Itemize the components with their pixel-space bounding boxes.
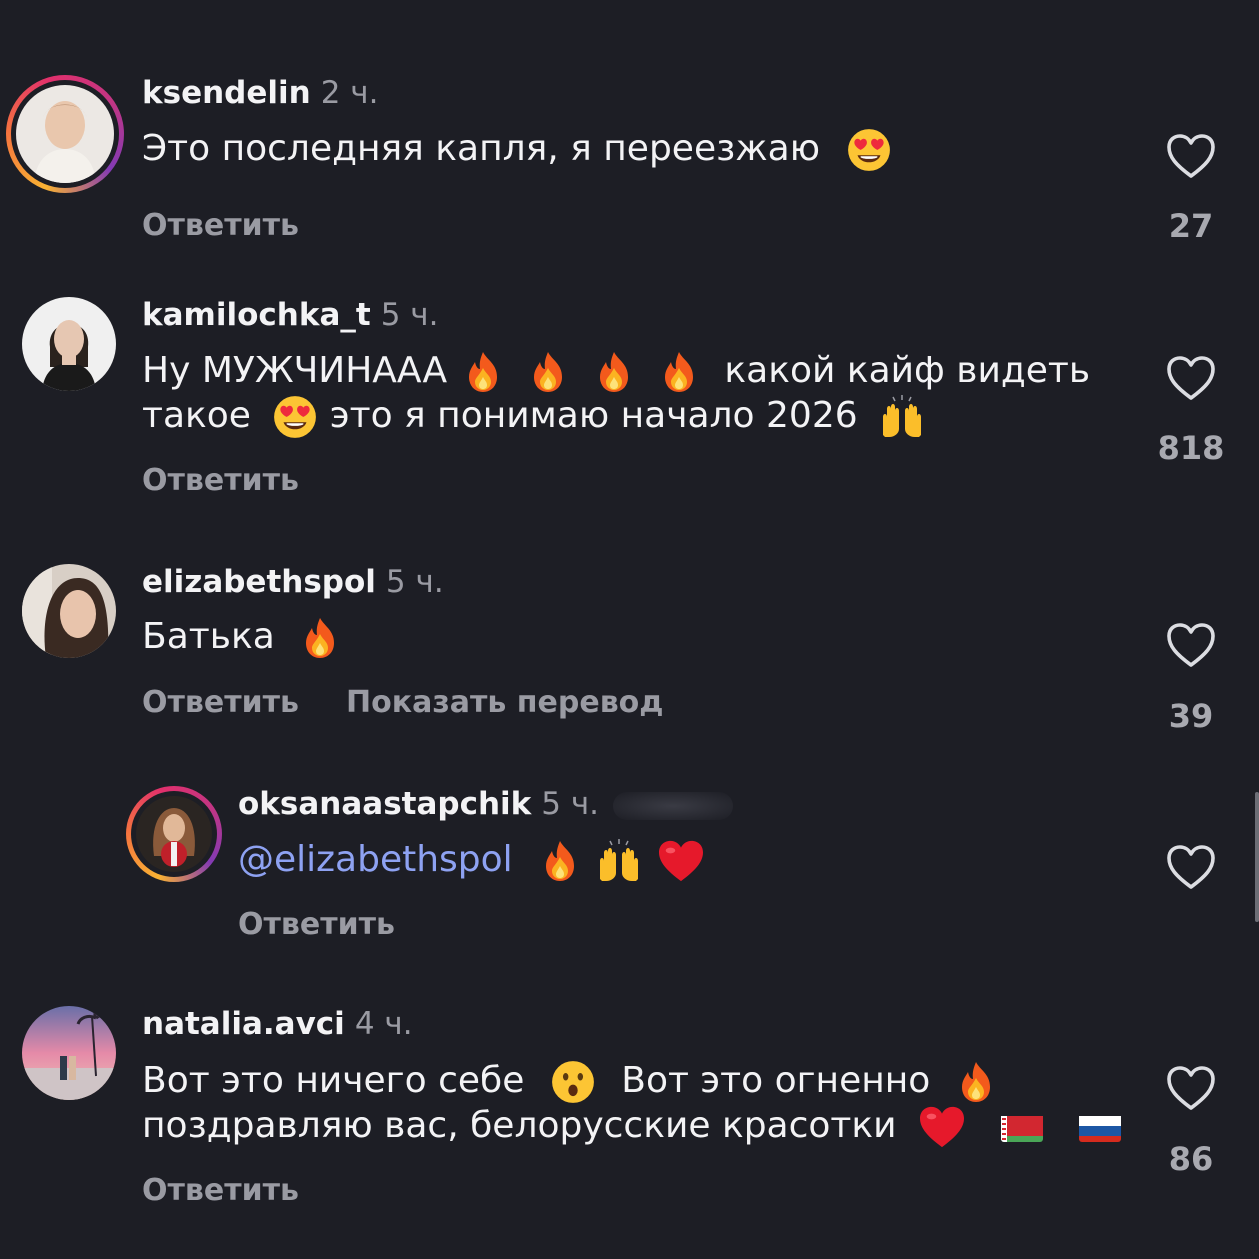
heart-outline-icon[interactable] — [1166, 133, 1216, 179]
raised-hands-emoji — [877, 395, 927, 439]
avatar-oksanaastapchik[interactable] — [126, 786, 222, 882]
username-text[interactable]: ksendelin — [142, 75, 311, 111]
username-text[interactable]: kamilochka_t — [142, 297, 371, 333]
avatar-image — [16, 85, 114, 183]
fire-emoji — [463, 350, 503, 394]
avatar-elizabethspol[interactable] — [22, 564, 116, 658]
timestamp: 5 ч. — [385, 564, 444, 600]
avatar-kamilochka_t[interactable] — [22, 297, 116, 391]
fire-emoji — [594, 350, 634, 394]
comment-text: Батька — [142, 614, 340, 660]
timestamp: 2 ч. — [320, 75, 379, 111]
comment-text-line-2: поздравляю вас, белорусские красотки — [142, 1103, 1121, 1149]
username[interactable]: kamilochka_t 5 ч. — [142, 297, 438, 333]
reply-button[interactable]: Ответить — [142, 685, 299, 720]
fire-emoji — [300, 616, 340, 660]
avatar-ksendelin[interactable] — [6, 75, 124, 193]
avatar-image — [22, 1006, 116, 1100]
belarus-flag — [1001, 1112, 1044, 1142]
fire-emoji — [528, 350, 568, 394]
username[interactable]: ksendelin 2 ч. — [142, 75, 378, 111]
red-heart-emoji — [657, 839, 705, 883]
heart-outline-icon[interactable] — [1166, 355, 1216, 401]
comment-text-part: это я понимаю начало 2026 — [329, 395, 858, 436]
reply-button[interactable]: Ответить — [238, 907, 395, 942]
username-text[interactable]: elizabethspol — [142, 564, 376, 600]
comment-text-line-2: такое это я понимаю начало 2026 — [142, 393, 927, 440]
comment-text-line-1: Вот это ничего себе Вот это огненно — [142, 1058, 996, 1105]
heart-outline-icon[interactable] — [1166, 1065, 1216, 1111]
red-heart-emoji — [918, 1105, 966, 1149]
comment-text-part: Вот это ничего себе — [142, 1060, 525, 1101]
comment-text-part: такое — [142, 395, 251, 436]
username[interactable]: oksanaastapchik 5 ч. — [238, 786, 734, 822]
russia-flag — [1078, 1112, 1121, 1142]
comment-text-content: Это последняя капля, я переезжаю — [142, 128, 821, 169]
comment-text: Это последняя капля, я переезжаю — [142, 126, 892, 173]
fire-emoji — [540, 839, 580, 883]
timestamp: 4 ч. — [354, 1006, 413, 1042]
username[interactable]: elizabethspol 5 ч. — [142, 564, 444, 600]
username-text[interactable]: natalia.avci — [142, 1006, 345, 1042]
comment-text-part: поздравляю вас, белорусские красотки — [142, 1105, 897, 1146]
hushed-face-emoji — [550, 1059, 596, 1105]
reply-button[interactable]: Ответить — [142, 208, 299, 243]
avatar-natalia.avci[interactable] — [22, 1006, 116, 1100]
like-count: 818 — [1157, 429, 1225, 467]
avatar-image — [22, 564, 116, 658]
like-count: 27 — [1168, 207, 1214, 245]
comment-text: @elizabethspol — [238, 837, 705, 883]
heart-eyes-emoji — [846, 127, 892, 173]
comment-text-part: Вот это огненно — [621, 1060, 931, 1101]
username[interactable]: natalia.avci 4 ч. — [142, 1006, 413, 1042]
comment-text-line-1: Ну МУЖЧИНАAA какой кайф видеть — [142, 348, 1090, 394]
raised-hands-emoji — [594, 839, 644, 883]
timestamp: 5 ч. — [380, 297, 439, 333]
avatar-image — [22, 297, 116, 391]
fire-emoji — [956, 1060, 996, 1104]
show-translation-button[interactable]: Показать перевод — [346, 685, 664, 720]
scrollbar[interactable] — [1255, 792, 1259, 922]
reply-button[interactable]: Ответить — [142, 1173, 299, 1208]
reply-button[interactable]: Ответить — [142, 463, 299, 498]
fire-emoji — [659, 350, 699, 394]
comment-text-part: Ну МУЖЧИНАAA — [142, 350, 448, 391]
comment-text-content: Батька — [142, 616, 275, 657]
heart-eyes-emoji — [272, 394, 318, 440]
avatar-image — [136, 796, 212, 872]
like-count: 86 — [1168, 1140, 1214, 1178]
mention-link[interactable]: @elizabethspol — [238, 839, 513, 880]
blurred-badge — [613, 791, 734, 820]
heart-outline-icon[interactable] — [1166, 844, 1216, 890]
heart-outline-icon[interactable] — [1166, 622, 1216, 668]
like-count: 39 — [1168, 697, 1214, 735]
timestamp: 5 ч. — [541, 786, 600, 822]
comment-text-part: какой кайф видеть — [724, 350, 1091, 391]
username-text[interactable]: oksanaastapchik — [238, 786, 531, 822]
